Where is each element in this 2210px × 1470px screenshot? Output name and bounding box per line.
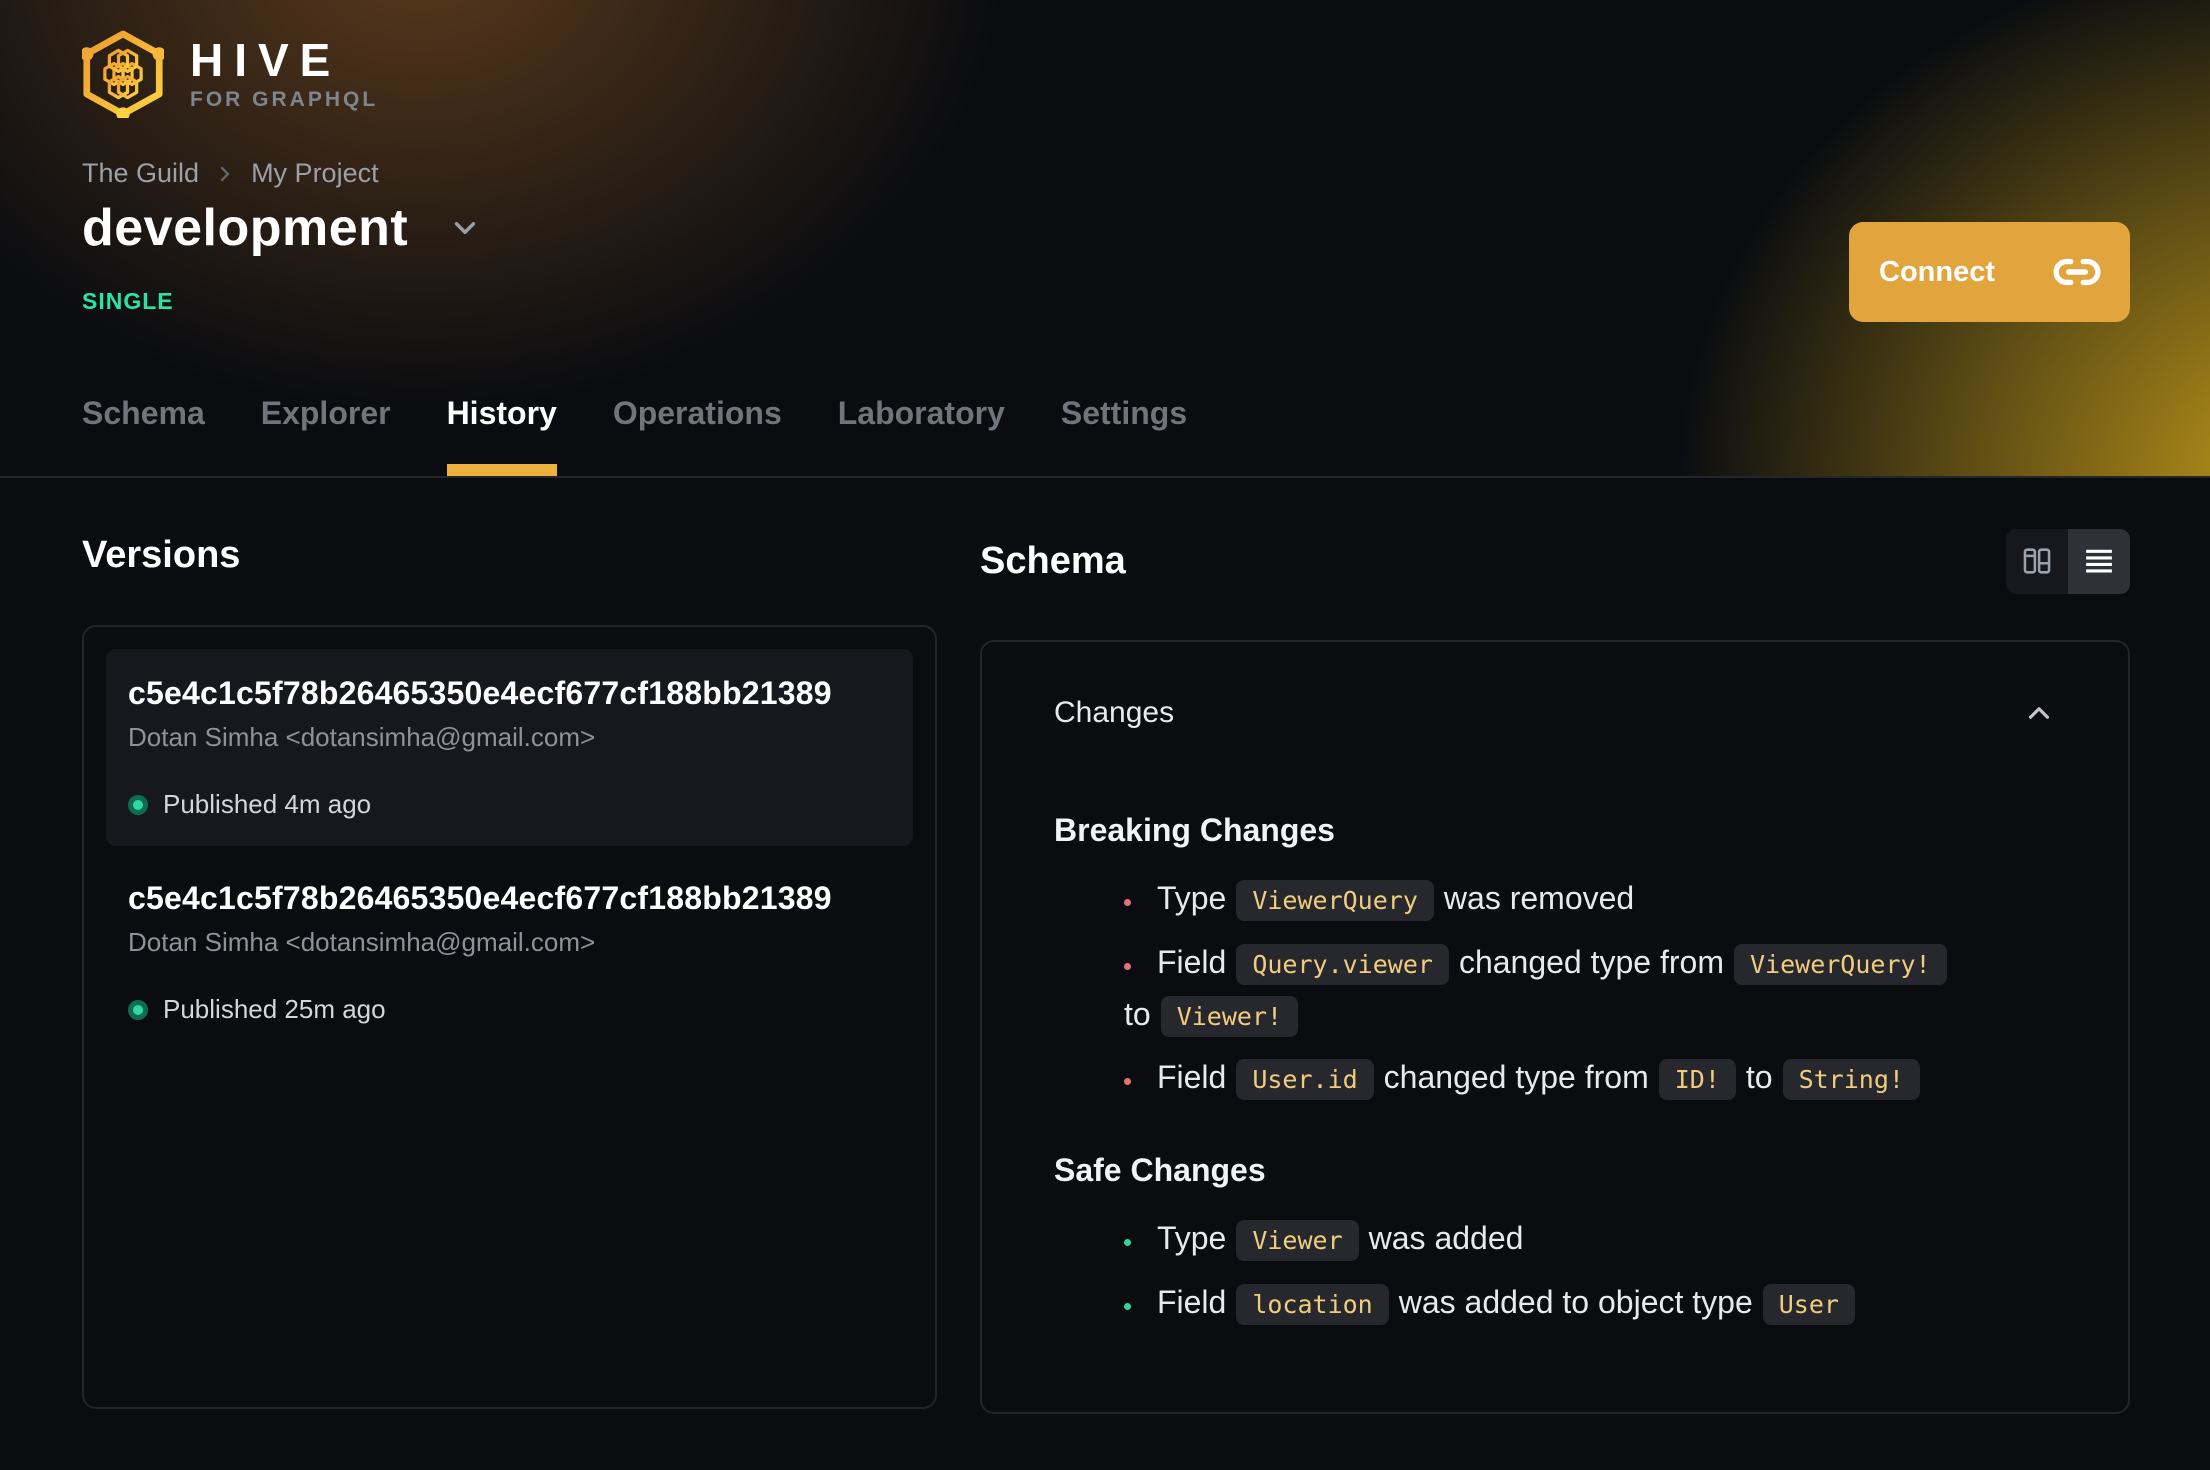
code-chip: String! — [1782, 1059, 1920, 1101]
breaking-changes-list: TypeViewerQuerywas removed FieldQuery.vi… — [1054, 873, 2056, 1104]
link-icon — [2052, 247, 2102, 297]
logo-subtitle: FOR GRAPHQL — [190, 88, 379, 112]
connect-button[interactable]: Connect — [1849, 222, 2130, 322]
chevron-up-icon — [2022, 696, 2056, 730]
change-item: Fieldlocationwas added to object typeUse… — [1124, 1277, 2056, 1329]
schema-section-header: Schema — [980, 528, 2130, 594]
schema-section: Schema Changes Breaking Changes • Type V… — [980, 478, 2130, 1414]
change-text: Field — [1156, 1059, 1227, 1096]
change-text: Type — [1156, 1220, 1227, 1257]
code-chip: User.id — [1236, 1059, 1374, 1101]
breadcrumb-project[interactable]: My Project — [251, 158, 379, 189]
changes-title: Changes — [1054, 696, 1175, 729]
versions-section: Versions c5e4c1c5f78b26465350e4ecf677cf1… — [82, 478, 937, 1414]
version-status: Published 25m ago — [128, 994, 891, 1025]
change-text: changed type from — [1383, 1059, 1649, 1096]
hive-hexagon-logo-icon — [82, 30, 164, 118]
columns-view-button[interactable] — [2006, 529, 2068, 594]
code-chip: Viewer — [1236, 1220, 1359, 1262]
tab-history[interactable]: History — [446, 395, 558, 476]
connect-button-label: Connect — [1879, 255, 1995, 288]
tab-laboratory[interactable]: Laboratory — [838, 395, 1005, 476]
changes-collapse-header[interactable]: Changes — [1054, 696, 2056, 730]
change-item: FieldQuery.viewerchanged type fromViewer… — [1124, 937, 2056, 1041]
target-name: development — [82, 199, 409, 257]
view-toggle-group — [2006, 528, 2130, 594]
code-chip: ViewerQuery! — [1733, 943, 1947, 985]
version-status: Published 4m ago — [128, 789, 891, 820]
published-dot-icon — [128, 794, 148, 815]
version-hash: c5e4c1c5f78b26465350e4ecf677cf188bb21389 — [128, 675, 832, 711]
logo-title: HIVE — [190, 33, 342, 86]
schema-changes-panel: Changes Breaking Changes TypeViewerQuery… — [980, 640, 2130, 1414]
version-status-text: Published 25m ago — [163, 994, 386, 1024]
version-list-item[interactable]: c5e4c1c5f78b26465350e4ecf677cf188bb21389… — [106, 854, 913, 1051]
columns-view-icon — [2020, 544, 2054, 578]
change-text: to — [1745, 1059, 1773, 1096]
code-chip: ViewerQuery — [1236, 880, 1434, 921]
target-selector[interactable]: development — [82, 198, 482, 258]
version-hash: c5e4c1c5f78b26465350e4ecf677cf188bb21389 — [128, 880, 832, 916]
breadcrumb-org[interactable]: The Guild — [82, 158, 199, 189]
code-chip: ID! — [1658, 1059, 1736, 1101]
versions-panel: c5e4c1c5f78b26465350e4ecf677cf188bb21389… — [82, 625, 937, 1409]
tab-schema[interactable]: Schema — [82, 395, 205, 476]
code-chip: location — [1236, 1284, 1389, 1326]
change-text: was removed — [1443, 880, 1635, 916]
tab-explorer[interactable]: Explorer — [261, 395, 391, 476]
change-item: FieldUser.idchanged type fromID!toString… — [1124, 1052, 2056, 1104]
change-text: Field — [1156, 1284, 1227, 1321]
change-text: was added — [1368, 1220, 1524, 1257]
version-author: Dotan Simha <dotansimha@gmail.com> — [128, 927, 596, 957]
versions-heading: Versions — [82, 534, 241, 576]
change-item: TypeViewerwas added — [1124, 1213, 2056, 1265]
change-text: was added to object type — [1398, 1284, 1753, 1321]
schema-heading: Schema — [980, 539, 1126, 582]
breaking-changes-heading: Breaking Changes — [1054, 812, 1335, 848]
tab-settings[interactable]: Settings — [1061, 395, 1187, 476]
code-chip: User — [1762, 1284, 1855, 1326]
tab-bar: Schema Explorer History Operations Labor… — [82, 395, 1187, 476]
tab-operations[interactable]: Operations — [613, 395, 782, 476]
version-list-item[interactable]: c5e4c1c5f78b26465350e4ecf677cf188bb21389… — [106, 649, 913, 846]
list-view-icon — [2082, 544, 2116, 578]
app-logo[interactable]: HIVE FOR GRAPHQL — [82, 30, 378, 118]
target-mode-badge: SINGLE — [82, 288, 174, 314]
main-content: Versions c5e4c1c5f78b26465350e4ecf677cf1… — [0, 478, 2210, 1414]
code-chip: Viewer! — [1160, 995, 1299, 1037]
chevron-down-icon — [448, 211, 482, 245]
list-view-button[interactable] — [2068, 528, 2130, 594]
version-author: Dotan Simha <dotansimha@gmail.com> — [128, 722, 596, 752]
change-text: to — [1124, 995, 1151, 1032]
code-chip: Query.viewer — [1236, 943, 1449, 985]
change-text: Field — [1156, 943, 1227, 980]
logo-text: HIVE FOR GRAPHQL — [190, 36, 378, 112]
app-header: HIVE FOR GRAPHQL The Guild My Project de… — [0, 0, 2210, 478]
safe-changes-heading: Safe Changes — [1054, 1152, 1266, 1189]
published-dot-icon — [128, 999, 148, 1020]
safe-changes-list: TypeViewerwas added Fieldlocationwas add… — [1054, 1213, 2056, 1329]
change-item: TypeViewerQuerywas removed — [1124, 873, 2056, 925]
breadcrumb: The Guild My Project — [82, 158, 379, 189]
change-text: changed type from — [1458, 943, 1724, 980]
version-status-text: Published 4m ago — [163, 789, 372, 819]
chevron-right-icon — [213, 162, 237, 186]
change-text: Type — [1156, 880, 1227, 916]
